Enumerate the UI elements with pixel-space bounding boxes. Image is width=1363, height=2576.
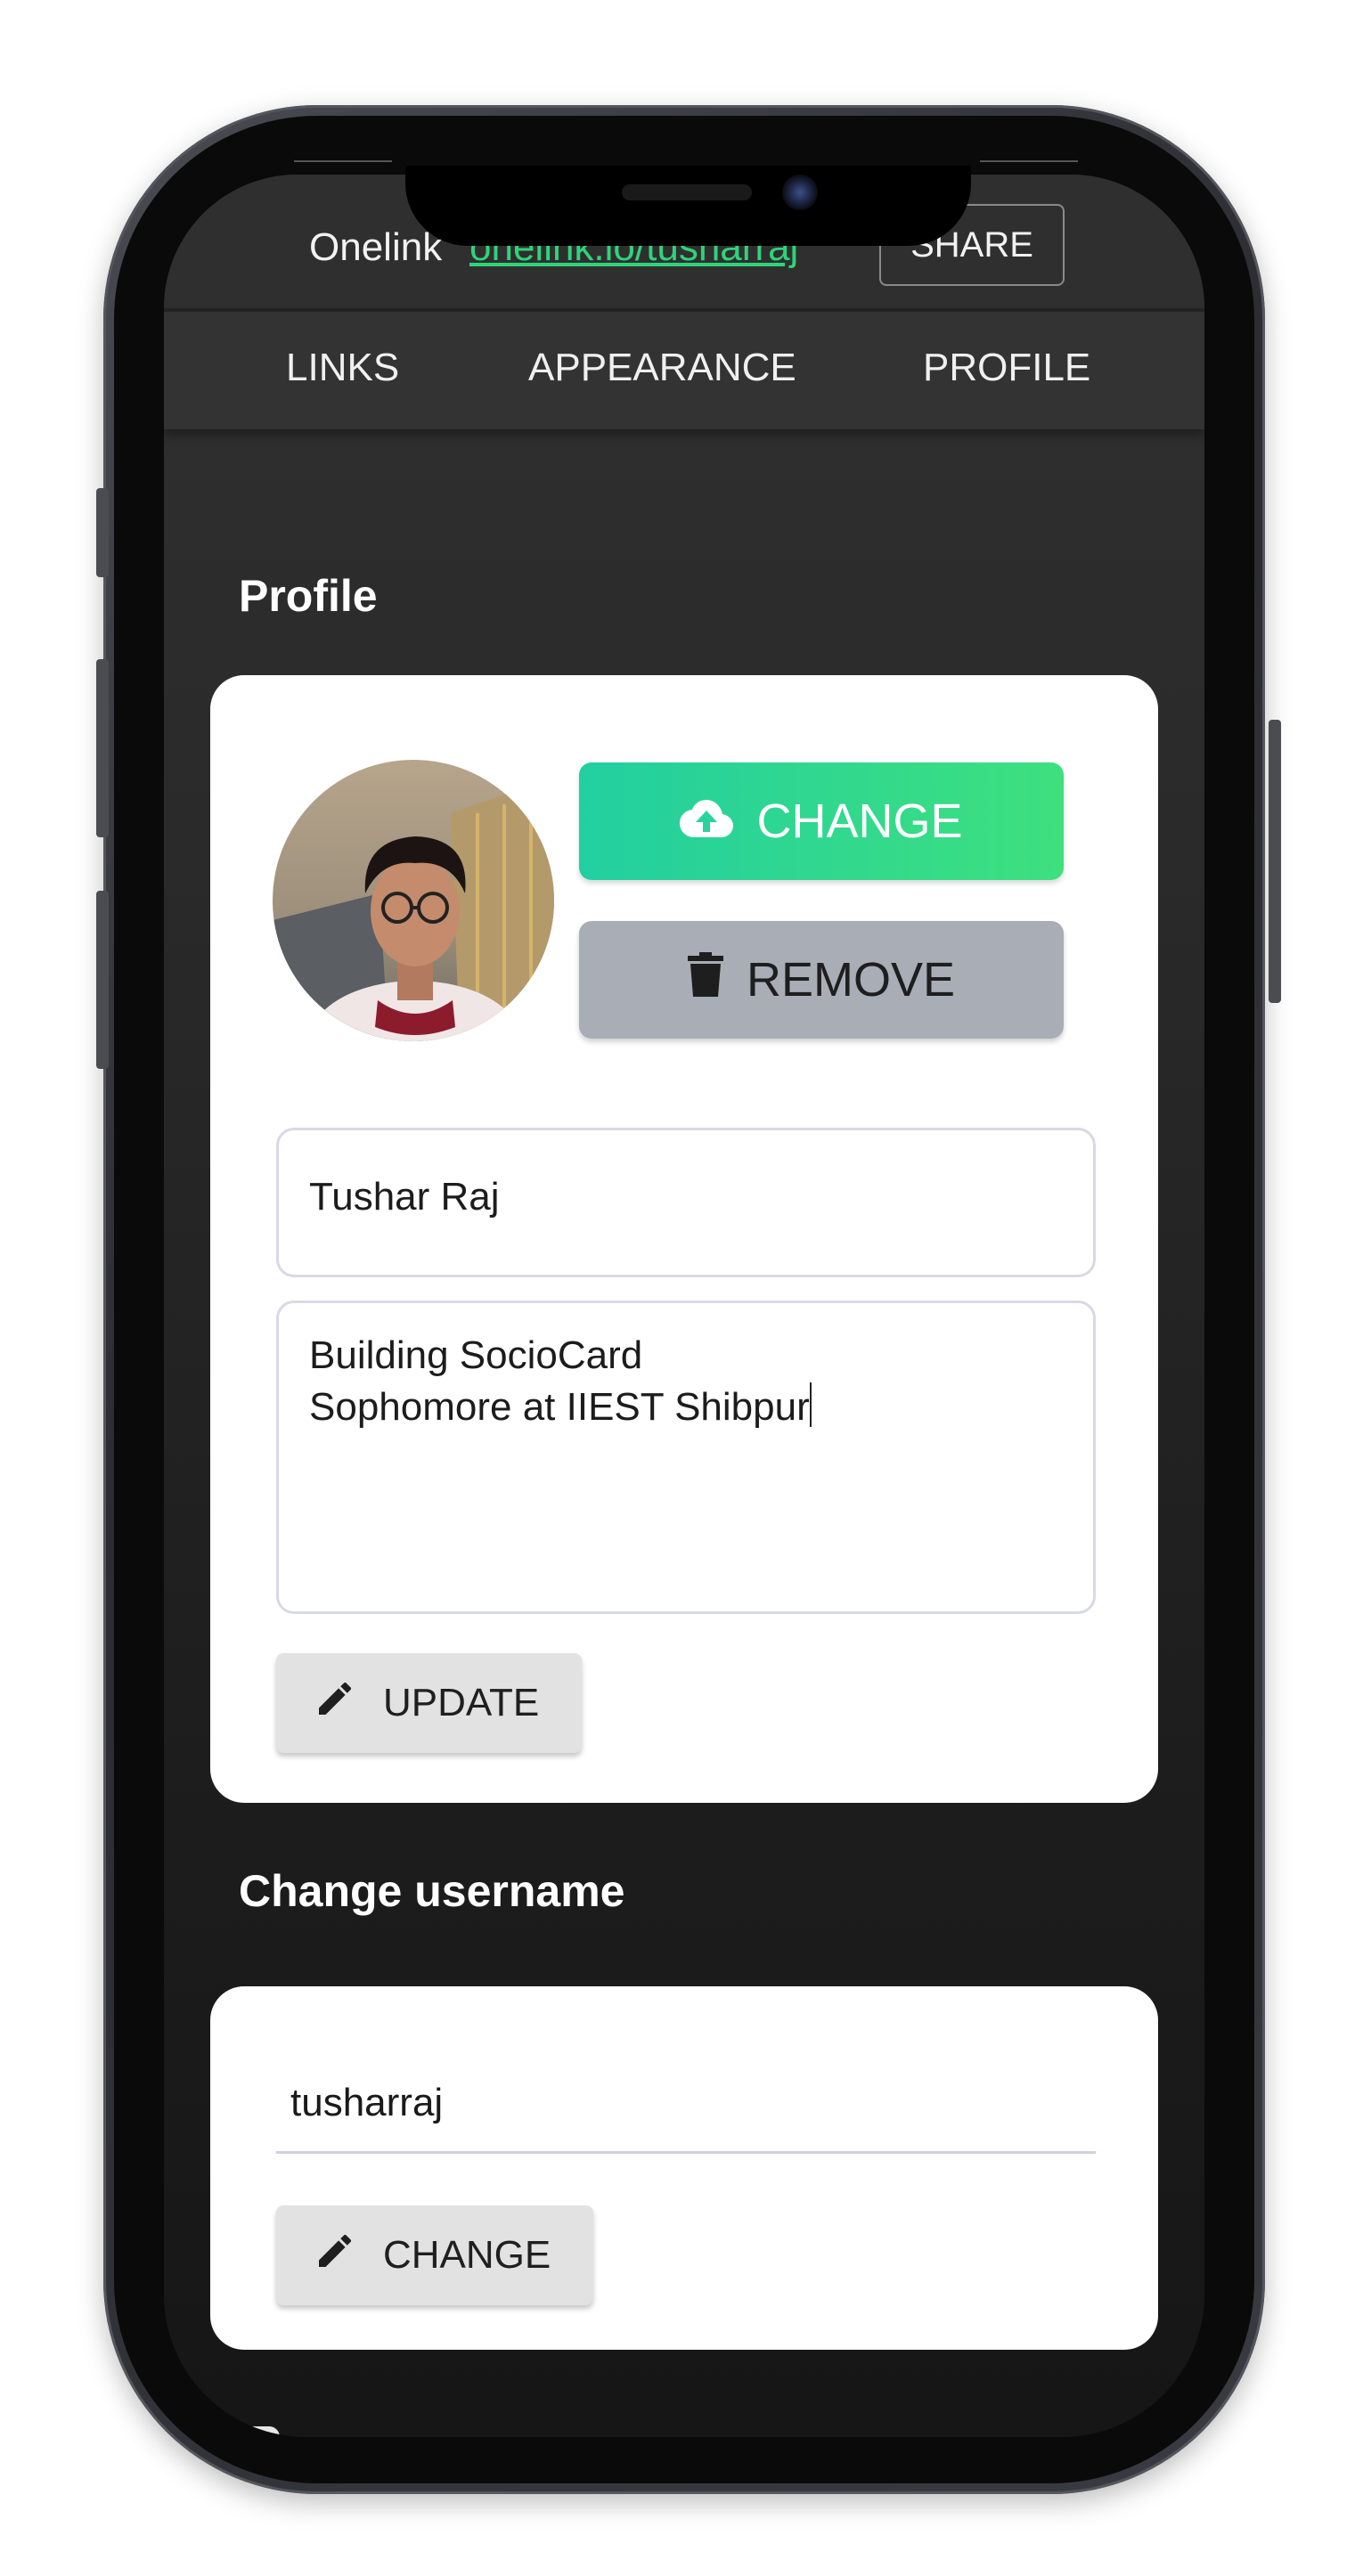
cloud-upload-icon [680,794,734,849]
change-username-label: CHANGE [383,2233,551,2277]
phone-mute-switch [96,488,109,577]
pencil-icon [314,1677,356,1730]
notch-edge-left [294,160,392,162]
app-title: Onelink [309,225,443,269]
phone-power-button [1269,720,1281,1003]
notch-edge-right [980,160,1078,162]
speaker-grille [622,184,752,200]
tab-bar: LINKS APPEARANCE PROFILE [164,312,1204,429]
phone-volume-up [96,659,109,837]
next-card-edge [226,2426,280,2437]
app-screen: Onelink onelink.io/tusharraj SHARE LINKS… [164,175,1204,2437]
text-caret [809,1382,812,1427]
remove-photo-button[interactable]: REMOVE [579,921,1064,1039]
tab-links[interactable]: LINKS [286,346,399,390]
name-value: Tushar Raj [309,1175,500,1219]
remove-photo-label: REMOVE [746,953,956,1007]
bio-line-1: Building SocioCard [309,1333,643,1377]
change-photo-button[interactable]: CHANGE [579,762,1064,880]
bio-line-2: Sophomore at IIEST Shibpur [309,1385,810,1429]
pencil-icon [314,2230,356,2282]
name-field[interactable]: Tushar Raj [276,1128,1096,1277]
change-photo-label: CHANGE [756,795,963,848]
front-camera [782,175,818,210]
username-card: tusharraj CHANGE [210,1986,1158,2350]
change-username-button[interactable]: CHANGE [276,2205,594,2305]
avatar-photo [273,760,554,1041]
username-section-title: Change username [239,1866,625,1916]
bio-field[interactable]: Building SocioCard Sophomore at IIEST Sh… [276,1300,1096,1614]
username-value: tusharraj [290,2081,444,2124]
tab-profile[interactable]: PROFILE [923,346,1090,390]
avatar [273,760,554,1041]
profile-card: CHANGE REMOVE Tushar Raj Building SocioC… [210,675,1158,1803]
phone-notch [405,166,971,246]
profile-section-title: Profile [239,571,378,621]
tab-appearance[interactable]: APPEARANCE [528,346,796,390]
update-label: UPDATE [383,1681,540,1724]
phone-volume-down [96,891,109,1069]
update-profile-button[interactable]: UPDATE [276,1653,583,1753]
trash-icon [687,951,723,1008]
username-input[interactable]: tusharraj [276,2081,1096,2154]
